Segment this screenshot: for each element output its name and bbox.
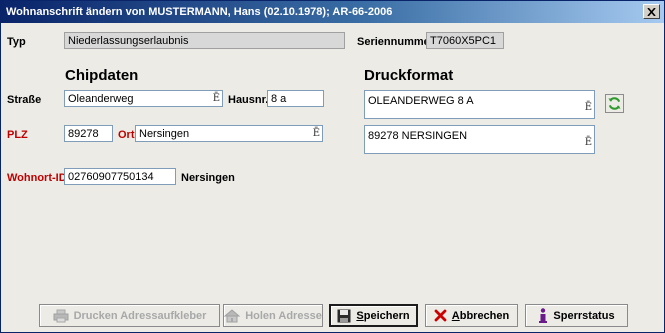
seriennummer-value: T7060X5PC1: [430, 34, 497, 47]
save-disk-icon: [337, 309, 351, 323]
refresh-button[interactable]: [605, 94, 624, 113]
dialog-window: Wohnanschrift ändern von MUSTERMANN, Han…: [0, 0, 665, 333]
strasse-label: Straße: [7, 94, 42, 106]
hausnr-input[interactable]: 8 a: [267, 90, 324, 107]
druckformat-heading: Druckformat: [364, 67, 454, 84]
drucken-adressaufkleber-button[interactable]: Drucken Adressaufkleber: [39, 304, 220, 327]
wohnort-name: Nersingen: [181, 172, 235, 184]
strasse-input[interactable]: Oleanderweg Ē: [64, 90, 223, 107]
plz-value: 89278: [68, 127, 99, 140]
window-title: Wohnanschrift ändern von MUSTERMANN, Han…: [6, 6, 393, 18]
hausnr-value: 8 a: [271, 92, 287, 105]
ort-label: Ort: [118, 129, 135, 141]
typ-value: Niederlassungserlaubnis: [68, 34, 189, 47]
speichern-rest: peichern: [363, 309, 410, 322]
strasse-value: Oleanderweg: [68, 92, 134, 105]
special-char-icon[interactable]: Ē: [585, 137, 592, 148]
abbrechen-label: Abbrechen: [452, 310, 509, 322]
wohnort-id-label: Wohnort-ID: [7, 172, 67, 184]
wohnort-id-value: 02760907750134: [68, 170, 154, 183]
abbrechen-button[interactable]: Abbrechen: [425, 304, 518, 327]
special-char-icon[interactable]: Ē: [313, 128, 320, 139]
druckformat-line1-input[interactable]: OLEANDERWEG 8 A Ē: [364, 90, 595, 119]
house-icon: [224, 308, 241, 323]
speichern-label: Speichern: [356, 310, 409, 322]
plz-label: PLZ: [7, 129, 28, 141]
speichern-button[interactable]: Speichern: [329, 304, 418, 327]
abbrechen-rest: bbrechen: [459, 309, 510, 322]
druckformat-line2-input[interactable]: 89278 NERSINGEN Ē: [364, 125, 595, 154]
abbrechen-mnemonic: A: [451, 309, 460, 322]
wohnort-id-input[interactable]: 02760907750134: [64, 168, 176, 185]
close-button[interactable]: [643, 4, 660, 19]
ort-input[interactable]: Nersingen Ē: [135, 125, 323, 142]
speichern-mnemonic: S: [356, 309, 364, 322]
seriennummer-label: Seriennummer: [357, 36, 435, 48]
sperrstatus-button[interactable]: Sperrstatus: [525, 304, 628, 327]
typ-label: Typ: [7, 36, 26, 48]
druckformat-line2-value: 89278 NERSINGEN: [368, 130, 468, 142]
sperrstatus-label: Sperrstatus: [553, 309, 615, 322]
holen-adresse-button[interactable]: Holen Adresse: [223, 304, 323, 327]
close-icon: [647, 7, 656, 16]
holen-label: Holen Adresse: [245, 309, 322, 322]
chipdaten-heading: Chipdaten: [65, 67, 139, 84]
drucken-label: Drucken Adressaufkleber: [73, 309, 207, 322]
plz-input[interactable]: 89278: [64, 125, 113, 142]
title-bar[interactable]: Wohnanschrift ändern von MUSTERMANN, Han…: [1, 1, 664, 23]
druckformat-line1-value: OLEANDERWEG 8 A: [368, 95, 474, 107]
seriennummer-field: T7060X5PC1: [426, 32, 504, 49]
typ-field: Niederlassungserlaubnis: [64, 32, 345, 49]
refresh-icon: [607, 96, 622, 111]
ort-value: Nersingen: [139, 127, 190, 140]
special-char-icon[interactable]: Ē: [213, 93, 220, 104]
hausnr-label: Hausnr.: [228, 94, 269, 106]
info-icon: [538, 308, 548, 323]
printer-icon: [53, 309, 69, 323]
cancel-x-icon: [434, 309, 447, 322]
special-char-icon[interactable]: Ē: [585, 102, 592, 113]
